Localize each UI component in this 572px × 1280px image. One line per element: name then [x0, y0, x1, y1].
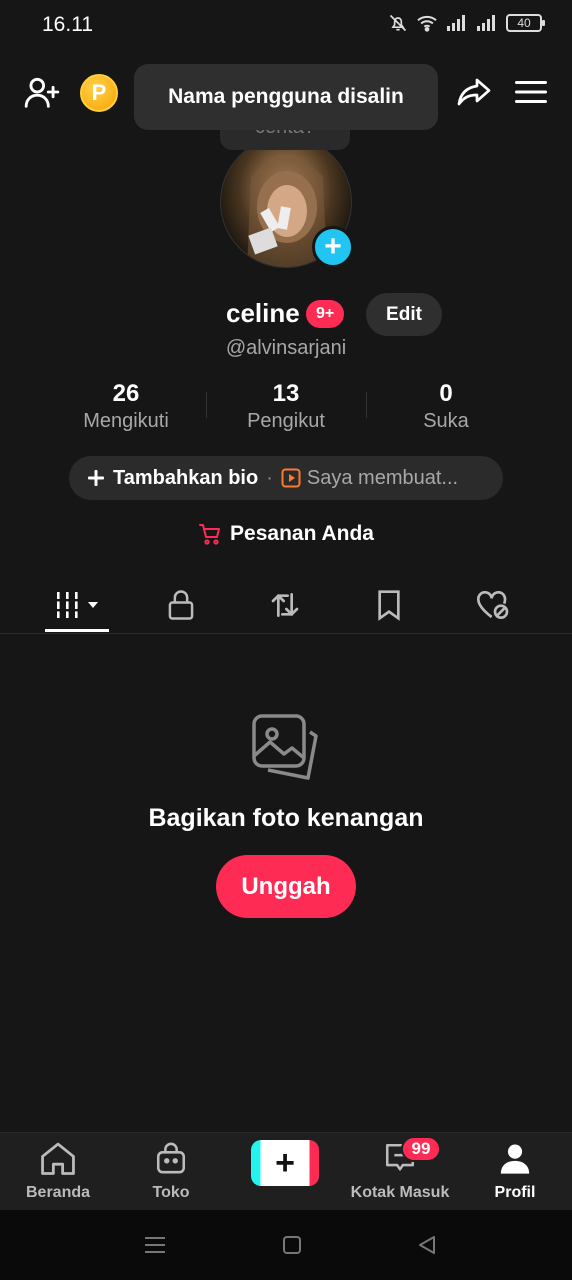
liked-icon: [477, 591, 509, 619]
stat-value: 0: [439, 380, 453, 407]
create-plus-icon: +: [275, 1144, 295, 1182]
tab-reposts[interactable]: [253, 582, 317, 628]
upload-button[interactable]: Unggah: [216, 855, 356, 918]
shop-icon: [156, 1142, 186, 1174]
bio-extra-label: Saya membuat...: [306, 466, 459, 489]
nav-home[interactable]: Beranda: [8, 1141, 108, 1202]
create-button[interactable]: +: [251, 1140, 319, 1186]
tab-posts[interactable]: [45, 582, 109, 628]
plus-icon: [88, 470, 104, 486]
stat-likes[interactable]: 0 Suka: [376, 380, 516, 433]
status-icons: 40: [388, 13, 545, 33]
stat-label: Suka: [423, 410, 469, 432]
photo-icon: [250, 712, 322, 789]
nav-label: Beranda: [25, 1184, 91, 1201]
add-bio-button[interactable]: Tambahkan bio · Saya membuat...: [69, 456, 503, 500]
coin-icon[interactable]: P: [80, 74, 118, 112]
bookmark-icon: [378, 590, 400, 621]
share-icon[interactable]: [454, 72, 494, 112]
nav-label: Profil: [494, 1184, 536, 1201]
menu-icon[interactable]: [512, 74, 550, 110]
cart-icon: [199, 524, 221, 545]
stat-divider: [366, 392, 367, 418]
back-icon[interactable]: [416, 1234, 438, 1256]
home-icon: [41, 1142, 75, 1175]
signal-icon: [477, 15, 495, 31]
stat-value: 13: [272, 380, 300, 407]
profile-tabs: [0, 576, 572, 634]
tab-private[interactable]: [149, 582, 213, 628]
nav-profile[interactable]: Profil: [465, 1141, 565, 1202]
system-nav-bar: [0, 1210, 572, 1280]
add-story-button[interactable]: +: [312, 226, 354, 268]
lock-icon: [168, 590, 194, 620]
battery-icon: 40: [506, 14, 545, 32]
stat-followers[interactable]: 13 Pengikut: [216, 380, 356, 433]
nav-label: Toko: [152, 1184, 190, 1201]
tab-saved[interactable]: [357, 582, 421, 628]
add-friend-icon[interactable]: [22, 72, 62, 112]
add-bio-label: Tambahkan bio: [113, 466, 259, 489]
status-time: 16.11: [42, 13, 93, 36]
inbox-badge: 99: [401, 1136, 441, 1162]
signal-icon: [447, 15, 465, 31]
empty-state-title: Bagikan foto kenangan: [148, 804, 424, 832]
active-tab-indicator: [45, 629, 109, 632]
tab-liked[interactable]: [461, 582, 525, 628]
notification-badge: 9+: [306, 300, 345, 328]
bio-separator: ·: [266, 466, 273, 489]
toast-message: Nama pengguna disalin: [134, 64, 438, 130]
orders-link[interactable]: Pesanan Anda: [0, 522, 572, 546]
nav-shop[interactable]: Toko: [121, 1141, 221, 1202]
profile-name: celine: [226, 298, 300, 328]
status-bar: 16.11 40: [0, 0, 572, 52]
nav-label: Kotak Masuk: [350, 1184, 450, 1201]
stat-label: Pengikut: [247, 410, 325, 432]
profile-icon: [500, 1144, 530, 1174]
stat-label: Mengikuti: [83, 410, 169, 432]
home-button-icon[interactable]: [282, 1235, 302, 1255]
username-handle[interactable]: @alvinsarjani: [0, 337, 572, 360]
wifi-icon: [417, 15, 437, 32]
orders-label: Pesanan Anda: [230, 522, 374, 545]
repost-icon: [271, 593, 299, 617]
grid-icon: [54, 592, 98, 618]
mute-icon: [389, 14, 407, 32]
video-icon: [281, 468, 301, 488]
edit-profile-button[interactable]: Edit: [366, 293, 442, 336]
stat-value: 26: [112, 380, 140, 407]
stat-following[interactable]: 26 Mengikuti: [56, 380, 196, 433]
stat-divider: [206, 392, 207, 418]
recents-icon[interactable]: [144, 1234, 166, 1256]
